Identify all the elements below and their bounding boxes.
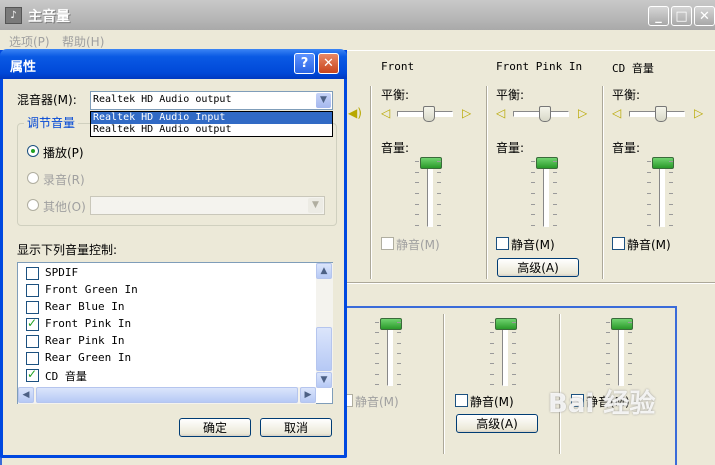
arrow-right-icon[interactable]: ▶ (300, 387, 316, 403)
speaker-left-icon: ◁ (381, 106, 391, 120)
arrow-up-icon[interactable]: ▲ (316, 263, 332, 279)
volume-ticks (397, 322, 401, 385)
volume-controls-list[interactable]: SPDIF Front Green In Rear Blue In Front … (17, 262, 333, 404)
mute-label: 静音(M) (511, 238, 555, 252)
cancel-button[interactable]: 取消 (260, 418, 332, 437)
watermark: Bai 经验 (548, 389, 656, 419)
mixer-dropdown-list[interactable]: Realtek HD Audio Input Realtek HD Audio … (90, 111, 333, 137)
radio-recording[interactable] (27, 172, 39, 184)
volume-label: 音量: (381, 141, 410, 155)
volume-ticks (606, 322, 610, 385)
list-vertical-scrollbar[interactable]: ▲ ▼ (316, 263, 333, 388)
control-checkbox[interactable] (26, 352, 39, 365)
mute-label: 静音(M) (396, 238, 440, 252)
mixer-label: 混音器(M): (17, 93, 77, 107)
app-icon: ♪ (5, 7, 22, 24)
minimize-button[interactable]: _ (648, 6, 669, 26)
volume-slider[interactable] (502, 322, 508, 386)
menu-options[interactable]: 选项(P) (9, 33, 50, 50)
mute-checkbox[interactable] (381, 237, 394, 250)
volume-ticks (490, 322, 494, 385)
arrow-down-icon[interactable]: ▼ (316, 372, 332, 388)
maximize-button[interactable]: □ (671, 6, 692, 26)
channel-name: CD 音量 (612, 62, 654, 75)
mute-label: 静音(M) (627, 238, 671, 252)
balance-thumb[interactable] (423, 106, 435, 122)
dialog-titlebar[interactable]: 属性 ? ✕ (0, 49, 347, 79)
radio-playback[interactable] (27, 145, 39, 157)
dialog-close-button[interactable]: ✕ (318, 53, 339, 74)
volume-label: 音量: (496, 141, 525, 155)
dropdown-option[interactable]: Realtek HD Audio output (91, 124, 332, 136)
volume-ticks (512, 322, 516, 385)
balance-thumb[interactable] (539, 106, 551, 122)
control-checkbox[interactable] (26, 335, 39, 348)
help-button[interactable]: ? (294, 53, 315, 74)
volume-ticks (437, 161, 441, 226)
scroll-thumb[interactable] (36, 387, 298, 403)
volume-ticks (669, 161, 673, 226)
mute-checkbox[interactable] (496, 237, 509, 250)
balance-label: 平衡: (381, 88, 410, 102)
volume-slider[interactable] (427, 161, 433, 227)
advanced-button[interactable]: 高级(A) (497, 258, 579, 277)
arrow-left-icon[interactable]: ◀ (18, 387, 34, 403)
volume-ticks (628, 322, 632, 385)
dropdown-option[interactable]: Realtek HD Audio Input (91, 112, 332, 124)
other-device-select[interactable]: ▼ (90, 196, 325, 215)
volume-ticks (531, 161, 535, 226)
mixer-select-value: Realtek HD Audio output (93, 94, 232, 105)
chevron-down-icon[interactable]: ▼ (316, 93, 331, 108)
channel-name: Front (381, 60, 415, 73)
group-title: 调节音量 (24, 114, 79, 131)
control-checkbox[interactable] (26, 284, 39, 297)
volume-ticks (415, 161, 419, 226)
speaker-icon: ◀) (348, 106, 362, 120)
speaker-right-icon: ▷ (694, 106, 704, 120)
control-checkbox[interactable] (26, 267, 39, 280)
close-button[interactable]: ✕ (694, 6, 715, 26)
radio-other[interactable] (27, 199, 39, 211)
speaker-left-icon: ◁ (496, 106, 506, 120)
dialog-title: 属性 (10, 60, 37, 75)
mute-checkbox[interactable] (612, 237, 625, 250)
balance-label: 平衡: (496, 88, 525, 102)
speaker-right-icon: ▷ (578, 106, 588, 120)
mute-checkbox[interactable] (455, 394, 468, 407)
volume-slider[interactable] (543, 161, 549, 227)
speaker-right-icon: ▷ (462, 106, 472, 120)
main-window-title: 主音量 (28, 9, 70, 25)
mute-label: 静音(M) (470, 395, 514, 409)
channel-name: Front Pink In (496, 60, 583, 73)
volume-slider[interactable] (659, 161, 665, 227)
volume-slider[interactable] (387, 322, 393, 386)
scroll-thumb[interactable] (316, 327, 332, 371)
mute-label: 静音(M) (355, 395, 399, 409)
main-window-titlebar[interactable]: ♪ 主音量 _ □ ✕ (0, 0, 715, 30)
volume-ticks (553, 161, 557, 226)
balance-thumb[interactable] (655, 106, 667, 122)
volume-slider[interactable] (618, 322, 624, 386)
radio-recording-label: 录音(R) (43, 173, 85, 187)
advanced-button[interactable]: 高级(A) (456, 414, 538, 433)
menu-bar: 选项(P) 帮助(H) (0, 30, 715, 50)
ok-button[interactable]: 确定 (179, 418, 251, 437)
volume-ticks (647, 161, 651, 226)
control-checkbox[interactable] (26, 316, 39, 331)
chevron-down-icon[interactable]: ▼ (308, 198, 323, 213)
volume-ticks (375, 322, 379, 385)
balance-label: 平衡: (612, 88, 641, 102)
mixer-select[interactable]: Realtek HD Audio output ▼ (90, 91, 333, 110)
menu-help[interactable]: 帮助(H) (62, 33, 104, 50)
control-checkbox[interactable] (26, 367, 39, 382)
list-horizontal-scrollbar[interactable]: ◀ ▶ (18, 387, 316, 404)
radio-playback-label[interactable]: 播放(P) (43, 144, 84, 161)
volume-label: 音量: (612, 141, 641, 155)
speaker-left-icon: ◁ (612, 106, 622, 120)
controls-label: 显示下列音量控制: (17, 243, 118, 257)
radio-other-label: 其他(O) (43, 200, 86, 214)
control-checkbox[interactable] (26, 301, 39, 314)
